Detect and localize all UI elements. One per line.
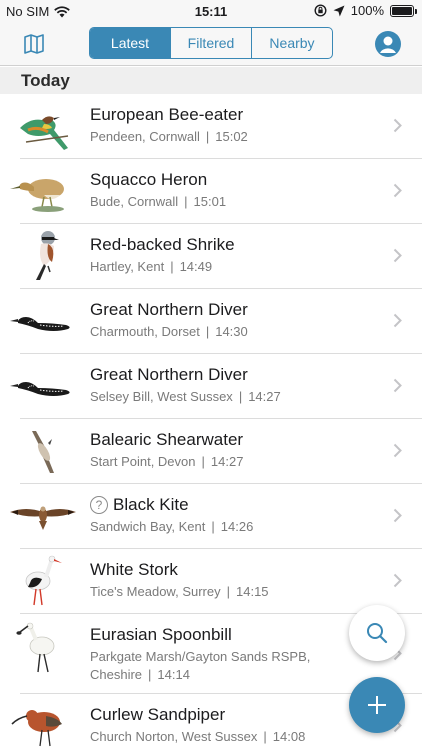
sighting-species: Red-backed Shrike bbox=[90, 235, 235, 254]
sighting-location: Church Norton, West Sussex bbox=[90, 729, 258, 744]
battery-percent: 100% bbox=[350, 3, 384, 18]
sighting-species: European Bee-eater bbox=[90, 105, 244, 124]
separator: | bbox=[170, 259, 174, 274]
sighting-location: Sandwich Bay, Kent bbox=[90, 519, 206, 534]
add-sighting-button[interactable] bbox=[349, 677, 405, 733]
sighting-species: White Stork bbox=[90, 560, 178, 579]
section-title: Today bbox=[21, 71, 70, 90]
separator: | bbox=[238, 389, 243, 404]
sighting-time: 15:02 bbox=[215, 129, 248, 144]
sighting-details: Pendeen, Cornwall | 15:02 bbox=[90, 129, 248, 144]
chevron-right-icon bbox=[393, 508, 402, 523]
sighting-species: Great Northern Diver bbox=[90, 300, 248, 319]
sighting-species: Squacco Heron bbox=[90, 170, 208, 189]
chevron-right-icon bbox=[393, 378, 402, 393]
sighting-details: Start Point, Devon | 14:27 bbox=[90, 454, 243, 469]
sighting-location: Selsey Bill, West Sussex bbox=[90, 389, 233, 404]
sighting-species: Black Kite bbox=[113, 495, 189, 514]
sighting-location: Hartley, Kent bbox=[90, 259, 165, 274]
bird-squacco-heron-image bbox=[10, 179, 64, 212]
sighting-details: Hartley, Kent | 14:49 bbox=[90, 259, 212, 274]
search-button[interactable] bbox=[349, 605, 405, 661]
chevron-right-icon bbox=[393, 248, 402, 263]
sighting-row[interactable]: Red-backed Shrike Hartley, Kent | 14:49 bbox=[20, 224, 422, 289]
status-bar: No SIM 15:11 100% bbox=[0, 0, 422, 22]
chevron-right-icon bbox=[393, 313, 402, 328]
bird-black-kite-image bbox=[10, 506, 76, 530]
separator: | bbox=[263, 729, 267, 744]
sighting-location: Charmouth, Dorset bbox=[90, 324, 200, 339]
feed-segmented-control: Latest Filtered Nearby bbox=[89, 27, 333, 59]
sighting-details: Bude, Cornwall | 15:01 bbox=[90, 194, 226, 209]
search-icon bbox=[367, 623, 388, 644]
separator: | bbox=[205, 324, 210, 339]
sighting-details: Church Norton, West Sussex | 14:08 bbox=[90, 729, 305, 744]
separator: | bbox=[184, 194, 188, 209]
sighting-time: 14:08 bbox=[272, 729, 306, 744]
location-arrow-icon bbox=[333, 5, 345, 16]
sighting-time: 14:14 bbox=[157, 667, 190, 682]
chevron-right-icon bbox=[393, 118, 402, 133]
bird-great-northern-diver-image bbox=[10, 382, 70, 396]
map-button[interactable] bbox=[22, 32, 46, 56]
sighting-time: 14:49 bbox=[179, 259, 213, 274]
sighting-time: 14:27 bbox=[248, 389, 281, 404]
sighting-species-wrap: ? Black Kite bbox=[90, 495, 189, 515]
separator: | bbox=[201, 454, 205, 469]
profile-icon bbox=[380, 36, 396, 53]
sighting-row[interactable]: Great Northern Diver Charmouth, Dorset | 1… bbox=[10, 289, 422, 354]
bird-eurasian-spoonbill-image bbox=[16, 622, 55, 673]
tab-latest[interactable]: Latest bbox=[90, 28, 170, 58]
bird-curlew-sandpiper-image bbox=[11, 710, 62, 747]
sighting-species: Curlew Sandpiper bbox=[90, 705, 226, 724]
sighting-row[interactable]: ? Black Kite Sandwich Bay, Kent | 14:26 bbox=[10, 484, 422, 549]
separator: | bbox=[211, 519, 215, 534]
unconfirmed-badge: ? bbox=[90, 496, 108, 514]
bird-red-backed-shrike-image bbox=[36, 231, 59, 280]
sighting-details: Tice's Meadow, Surrey | 14:15 bbox=[90, 584, 269, 599]
sighting-row[interactable]: European Bee-eater Pendeen, Cornwall | 15:… bbox=[20, 94, 422, 159]
tab-nearby[interactable]: Nearby bbox=[251, 28, 332, 58]
sighting-details: Selsey Bill, West Sussex | 14:27 bbox=[90, 389, 281, 404]
sighting-time: 15:01 bbox=[193, 194, 227, 209]
sighting-row[interactable]: Balearic Shearwater Start Point, Devon | 1… bbox=[20, 419, 422, 484]
sighting-details: Sandwich Bay, Kent | 14:26 bbox=[90, 519, 253, 534]
separator: | bbox=[205, 129, 210, 144]
sighting-location: Pendeen, Cornwall bbox=[90, 129, 200, 144]
sighting-species: Balearic Shearwater bbox=[90, 430, 244, 449]
bird-white-stork-image bbox=[25, 555, 62, 606]
tab-filtered[interactable]: Filtered bbox=[170, 28, 251, 58]
separator: | bbox=[226, 584, 230, 599]
bird-bee-eater-image bbox=[20, 116, 69, 150]
sighting-row[interactable]: Great Northern Diver Selsey Bill, West S… bbox=[10, 354, 422, 419]
bird-balearic-shearwater-image bbox=[32, 431, 54, 473]
sighting-time: 14:15 bbox=[236, 584, 269, 599]
chevron-right-icon bbox=[393, 183, 402, 198]
sighting-row[interactable]: Squacco Heron Bude, Cornwall | 15:01 bbox=[10, 159, 422, 224]
status-right: 100% bbox=[314, 3, 417, 18]
nav-bar: Latest Filtered Nearby bbox=[0, 22, 422, 66]
map-icon bbox=[24, 34, 44, 54]
chevron-right-icon bbox=[393, 573, 402, 588]
sighting-location: Tice's Meadow, Surrey bbox=[90, 584, 221, 599]
sighting-location: Parkgate Marsh/Gayton Sands RSPB, Cheshi… bbox=[90, 649, 311, 682]
chevron-right-icon bbox=[393, 443, 402, 458]
sighting-time: 14:26 bbox=[220, 519, 254, 534]
sighting-time: 14:30 bbox=[215, 324, 248, 339]
sighting-details: Parkgate Marsh/Gayton Sands RSPB, Cheshi… bbox=[90, 648, 380, 684]
battery-icon bbox=[390, 4, 417, 17]
bird-great-northern-diver-image bbox=[10, 317, 70, 331]
sighting-species: Eurasian Spoonbill bbox=[90, 625, 232, 644]
separator: | bbox=[148, 667, 152, 682]
plus-icon bbox=[368, 696, 386, 714]
sighting-location: Bude, Cornwall bbox=[90, 194, 179, 209]
sighting-species: Great Northern Diver bbox=[90, 365, 248, 384]
rotation-lock-icon bbox=[314, 4, 327, 17]
sighting-row[interactable]: White Stork Tice's Meadow, Surrey | 14:15 bbox=[20, 549, 422, 614]
sighting-details: Charmouth, Dorset | 14:30 bbox=[90, 324, 248, 339]
profile-button[interactable] bbox=[375, 31, 401, 57]
sighting-time: 14:27 bbox=[210, 454, 244, 469]
sighting-location: Start Point, Devon bbox=[90, 454, 196, 469]
section-header: Today bbox=[0, 67, 422, 94]
